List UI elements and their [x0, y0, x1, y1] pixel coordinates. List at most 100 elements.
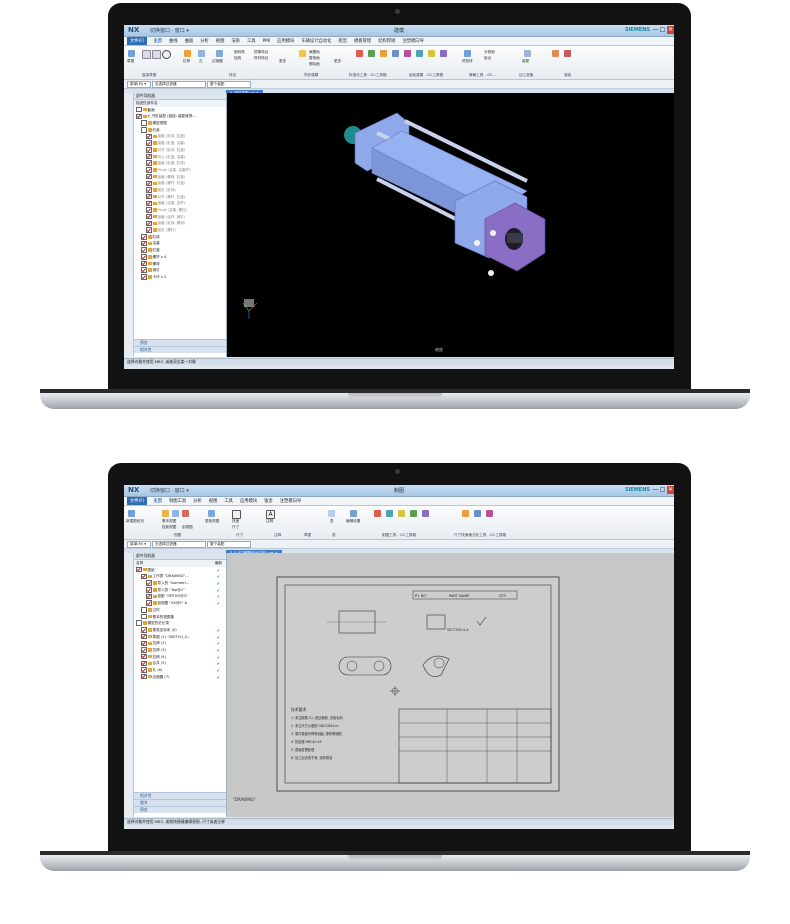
- minimize-button[interactable]: —: [652, 486, 659, 494]
- tree-node[interactable]: 固定 (缸体): [134, 187, 226, 194]
- gc-drafting-icon-3[interactable]: [398, 510, 405, 517]
- visibility-checkbox[interactable]: [146, 580, 152, 586]
- tree-node[interactable]: 模型历史记录: [134, 620, 226, 627]
- ribbon-hole[interactable]: 孔: [199, 59, 203, 64]
- menu-view[interactable]: 视图: [209, 498, 218, 504]
- ribbon-sketch[interactable]: 草图: [127, 59, 134, 64]
- spring-tool-icon[interactable]: [368, 50, 375, 57]
- visibility-checkbox[interactable]: [141, 247, 147, 253]
- ribbon-chamfer[interactable]: 倒斜角: [234, 50, 245, 55]
- tree-node[interactable]: 基本的视图集: [134, 613, 226, 621]
- menu-ship[interactable]: 船型: [338, 38, 347, 44]
- ribbon-delete-face[interactable]: 删除面: [309, 62, 320, 67]
- tree-node[interactable]: Pivot (活塞, 活塞杆): [134, 167, 226, 174]
- standard-part-icon[interactable]: [380, 50, 387, 57]
- rapid-dimension-icon[interactable]: [232, 510, 241, 519]
- maximize-button[interactable]: □: [659, 486, 666, 494]
- ribbon-projected-view[interactable]: 投影视图: [162, 525, 176, 530]
- gc-tool-icon-4[interactable]: [428, 50, 435, 57]
- tree-node[interactable]: 接触 (连杆, 销钉): [134, 213, 226, 221]
- tree-node[interactable]: 4_汽缸装配 (链接: 装配维修...: [134, 113, 226, 120]
- ribbon-trim-body[interactable]: 修剪体: [462, 59, 473, 64]
- visibility-checkbox[interactable]: [136, 566, 142, 573]
- ribbon-new-sheet[interactable]: 新建图纸页: [126, 519, 144, 524]
- tree-node[interactable]: 草图 (1) "SKETCH_0... ✔: [134, 633, 226, 641]
- menu-view[interactable]: 视图: [216, 38, 225, 44]
- tree-node[interactable]: 导入的 "Top@1" ✔: [134, 587, 226, 594]
- visibility-checkbox[interactable]: [141, 667, 147, 673]
- visibility-checkbox[interactable]: [141, 240, 147, 247]
- visibility-checkbox[interactable]: [141, 274, 147, 280]
- assembly-scope-select[interactable]: 整个装配: [207, 81, 251, 88]
- visibility-checkbox[interactable]: [146, 140, 152, 146]
- drawing-area[interactable]: P1 NO PART NAME QTY SECTION A-A 技术要求 1. …: [227, 553, 674, 817]
- visibility-checkbox[interactable]: [141, 660, 147, 667]
- tree-node[interactable]: 同心 (缸盖, 活塞): [134, 153, 226, 161]
- tree-node[interactable]: 约束: [134, 127, 226, 134]
- visibility-checkbox[interactable]: [141, 613, 147, 620]
- menu-mold-wizard[interactable]: 注塑模向导: [280, 498, 301, 504]
- menu-home[interactable]: 主页: [153, 38, 162, 44]
- tree-node[interactable]: 接触 (缸体, 螺母): [134, 220, 226, 227]
- ribbon-more-features[interactable]: 更多: [279, 59, 286, 64]
- visibility-checkbox[interactable]: [141, 573, 147, 580]
- tree-node[interactable]: 缸盖: [134, 247, 226, 254]
- menu-tools[interactable]: 工具: [224, 498, 233, 504]
- tree-node[interactable]: 对齐 (螺杆, 缸盖): [134, 193, 226, 201]
- type-filter-select[interactable]: 无选择过滤器: [152, 541, 206, 548]
- section-view-icon[interactable]: [182, 510, 189, 517]
- visibility-checkbox[interactable]: [146, 147, 152, 153]
- menu-dropdown[interactable]: 菜单(M) ▾: [127, 81, 151, 88]
- tree-node[interactable]: 基准坐标系 (0) ✔: [134, 627, 226, 634]
- tree-node[interactable]: 过时: [134, 607, 226, 614]
- gc-tool-icon-1[interactable]: [392, 50, 399, 57]
- tree-node[interactable]: 接触 (缸盖, 活塞): [134, 140, 226, 147]
- ribbon-edit-settings[interactable]: 编辑设置: [346, 519, 360, 524]
- visibility-checkbox[interactable]: [146, 153, 152, 160]
- line-icon[interactable]: [142, 50, 151, 59]
- tree-node[interactable]: 拉伸 (4) ✔: [134, 653, 226, 661]
- gc-format-icon-3[interactable]: [486, 510, 493, 517]
- visibility-checkbox[interactable]: [136, 620, 142, 626]
- tree-node[interactable]: 对齐 (缸体, 缸盖): [134, 147, 226, 154]
- trim-body-icon[interactable]: [464, 50, 471, 57]
- offset-face-icon[interactable]: [299, 50, 306, 57]
- render-icon[interactable]: [552, 50, 559, 57]
- visibility-checkbox[interactable]: [141, 653, 147, 660]
- gc-drafting-icon-5[interactable]: [422, 510, 429, 517]
- tree-node[interactable]: 销钉: [134, 267, 226, 274]
- circle-icon[interactable]: [162, 50, 171, 59]
- ribbon-shell[interactable]: 抽壳: [234, 56, 241, 61]
- gc-tool-icon-5[interactable]: [440, 50, 447, 57]
- visibility-checkbox[interactable]: [146, 187, 152, 193]
- tree-node[interactable]: 边倒圆 (7) ✔: [134, 673, 226, 681]
- accordion-dependency[interactable]: 相关性: [134, 346, 226, 353]
- column-up-to-date[interactable]: 最新: [215, 560, 222, 567]
- visibility-checkbox[interactable]: [141, 627, 147, 633]
- visibility-checkbox[interactable]: [146, 180, 152, 186]
- visibility-checkbox[interactable]: [146, 207, 152, 213]
- menu-applications[interactable]: 应用模块: [240, 498, 257, 504]
- menu-home[interactable]: 主页: [153, 498, 162, 504]
- visibility-checkbox[interactable]: [141, 260, 147, 267]
- projected-view-icon[interactable]: [172, 510, 179, 517]
- visibility-checkbox[interactable]: [136, 113, 142, 120]
- accordion-details[interactable]: 细节: [134, 799, 226, 806]
- menu-drafting-tools[interactable]: 制图工具: [169, 498, 186, 504]
- visibility-checkbox[interactable]: [146, 193, 152, 200]
- ribbon-assembly[interactable]: 装配: [522, 59, 529, 64]
- tree-node[interactable]: 接触 (缸体, 缸盖): [134, 133, 226, 140]
- menu-template[interactable]: 模板管理: [354, 38, 371, 44]
- visibility-checkbox[interactable]: [146, 593, 152, 600]
- tree-node[interactable]: 活塞: [134, 240, 226, 247]
- gc-drafting-icon-4[interactable]: [410, 510, 417, 517]
- tree-node[interactable]: 接触 (缸盖, 缸体): [134, 160, 226, 167]
- gc-tool-icon-2[interactable]: [404, 50, 411, 57]
- visibility-checkbox[interactable]: [141, 633, 147, 640]
- base-view-icon[interactable]: [162, 510, 169, 517]
- extrude-icon[interactable]: [184, 50, 191, 57]
- tree-node[interactable]: 螺杆 x 4: [134, 254, 226, 261]
- ribbon-split-face[interactable]: 分割面: [484, 50, 495, 55]
- ribbon-rapid[interactable]: 快速: [232, 519, 239, 524]
- menu-analysis[interactable]: 分析: [200, 38, 209, 44]
